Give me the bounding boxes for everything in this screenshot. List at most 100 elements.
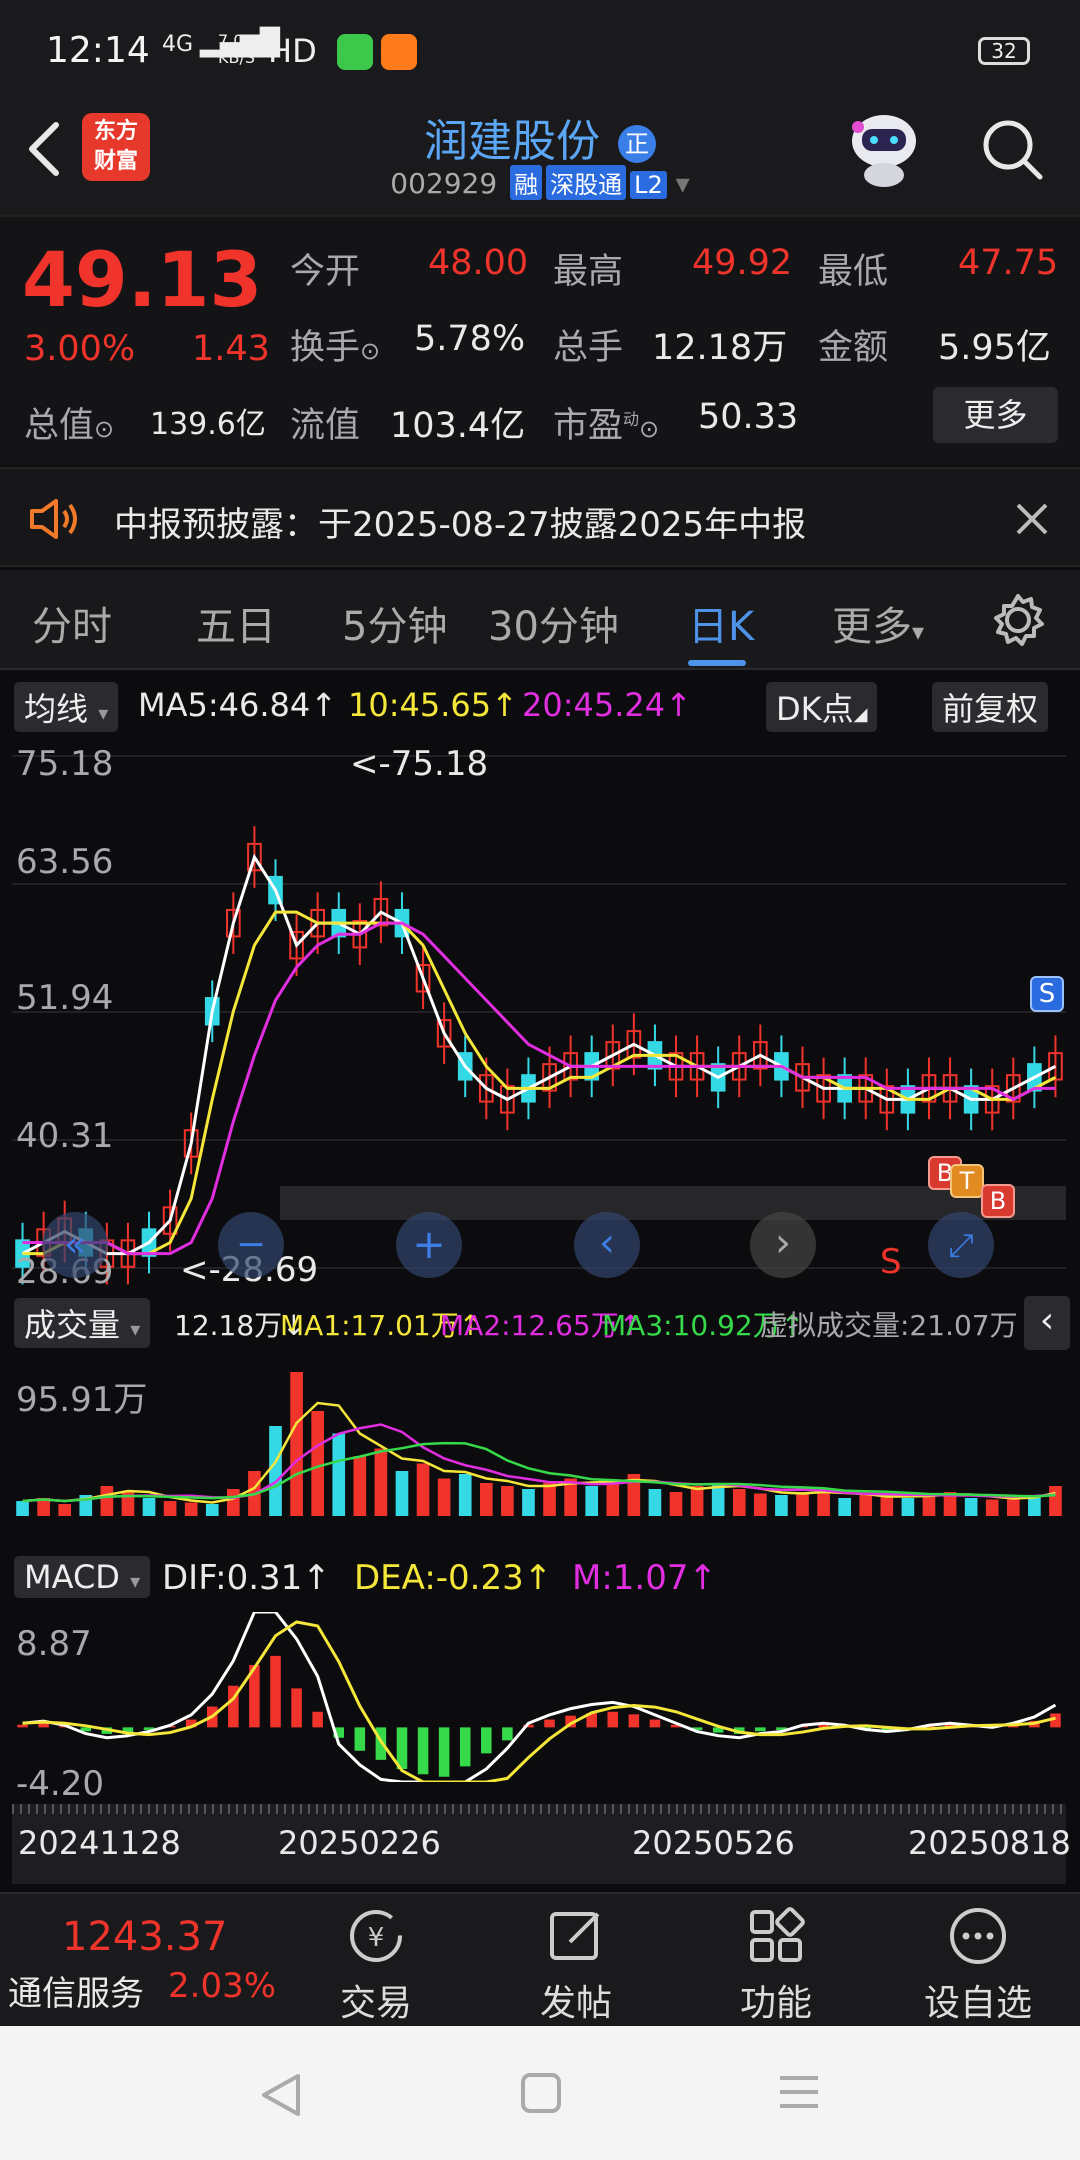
edit-icon <box>550 1912 600 1960</box>
y-tick: 40.31 <box>16 1116 114 1156</box>
ma-select[interactable]: 均线 ▾ <box>14 682 119 732</box>
rewind-fast-button[interactable]: « <box>42 1212 108 1278</box>
grid-icon <box>750 1907 805 1962</box>
sector-index-value: 1243.37 <box>62 1914 228 1960</box>
margin-tag: 融 <box>510 165 543 200</box>
volume-bar <box>859 1495 873 1516</box>
status-bar: 12:14 4G ▂▄▆█ 7.00 KB/S HD 32 <box>0 0 1080 105</box>
nav-back-icon[interactable] <box>256 2070 306 2120</box>
macd-select[interactable]: MACD ▾ <box>14 1556 151 1598</box>
tab-5min[interactable]: 5分钟 <box>342 594 447 652</box>
volume-bar <box>269 1426 282 1516</box>
kline-chart-area: 均线 ▾ MA5:46.84↑ 10:45.65↑ 20:45.24↑ DK点◢… <box>0 672 1080 1892</box>
volume-bar <box>796 1492 809 1516</box>
fullscreen-icon[interactable]: ⤢ <box>928 1212 994 1278</box>
open-label: 今开 <box>290 252 361 292</box>
post-button[interactable]: 发帖 <box>486 1906 666 2026</box>
notification-app-icon <box>381 34 417 70</box>
pe-value: 50.33 <box>698 397 799 437</box>
gear-icon[interactable] <box>990 592 1046 648</box>
nav-home-icon[interactable] <box>518 2070 564 2116</box>
bottom-toolbar: 1243.37 通信服务 2.03% ¥ 交易 发帖 功能 设自选 <box>0 1892 1080 2026</box>
tab-intraday[interactable]: 分时 <box>32 594 112 652</box>
sell-marker[interactable]: S <box>1030 976 1064 1012</box>
volume-bar <box>985 1499 999 1516</box>
chevron-down-icon: ▾ <box>912 618 925 646</box>
macd-y-tick: 8.87 <box>16 1624 92 1664</box>
volume-bar <box>690 1486 704 1516</box>
zoom-in-button[interactable]: + <box>396 1212 462 1278</box>
ma5-label: MA5:46.84↑ <box>138 686 338 724</box>
macd-chart[interactable] <box>12 1612 1066 1782</box>
virtual-volume: 虚拟成交量:21.07万 <box>760 1309 1018 1342</box>
volume-bar <box>775 1495 788 1516</box>
info-icon: ⊙ <box>360 337 381 365</box>
scroll-right-button[interactable]: › <box>750 1212 816 1278</box>
t-marker[interactable]: T <box>950 1164 984 1198</box>
volume-ma-line-2 <box>22 1423 1056 1503</box>
volume-value: 12.18万 <box>652 328 788 368</box>
search-icon[interactable] <box>978 115 1048 185</box>
volume-bar <box>437 1478 451 1516</box>
y-tick: 63.56 <box>16 842 114 882</box>
zoom-out-button[interactable]: − <box>218 1212 284 1278</box>
volume-bar <box>754 1493 767 1516</box>
tab-daily-k[interactable]: 日K <box>688 594 754 652</box>
y-tick: 75.18 <box>16 744 114 784</box>
volume-bar <box>374 1448 388 1516</box>
tab-five-day[interactable]: 五日 <box>196 594 276 652</box>
notice-bar[interactable]: 中报预披露：于2025-08-27披露2025年中报 <box>0 467 1080 567</box>
speed-indicator: 7.00 KB/S <box>218 31 256 67</box>
volume-bar <box>205 1504 219 1516</box>
margin-badge: 正 <box>618 125 656 163</box>
collapse-panel-button[interactable]: ‹ <box>1024 1296 1070 1350</box>
tab-30min[interactable]: 30分钟 <box>488 594 619 652</box>
active-tab-indicator <box>688 660 746 666</box>
add-watchlist-button[interactable]: 设自选 <box>888 1906 1068 2026</box>
x-tick: 20250818 <box>908 1824 1071 1862</box>
trade-button[interactable]: ¥ 交易 <box>286 1906 466 2026</box>
volume-chart[interactable] <box>12 1356 1066 1516</box>
dk-point-select[interactable]: DK点◢ <box>766 682 878 732</box>
buy-marker[interactable]: B <box>981 1184 1015 1218</box>
robot-assistant-icon[interactable] <box>842 109 926 189</box>
message-app-icon <box>337 34 373 70</box>
current-price: 49.13 <box>22 235 263 324</box>
chevron-down-icon: ▾ <box>675 167 690 200</box>
battery-icon: 32 <box>978 37 1030 65</box>
volume-bar <box>142 1498 156 1516</box>
scroll-left-button[interactable]: ‹ <box>574 1212 640 1278</box>
volume-bar <box>395 1471 409 1516</box>
function-button[interactable]: 功能 <box>686 1906 866 2026</box>
low-label: 最低 <box>818 252 889 292</box>
tab-more[interactable]: 更多▾ <box>832 594 924 652</box>
sector-index[interactable]: 1243.37 通信服务 2.03% <box>0 1894 290 2028</box>
info-icon: ⊙ <box>94 415 115 443</box>
volume-bar <box>838 1498 851 1516</box>
volume-label: 总手 <box>553 328 624 368</box>
change-percent: 3.00% <box>24 329 136 369</box>
volume-bar <box>880 1496 894 1516</box>
volume-bar <box>606 1480 620 1516</box>
open-value: 48.00 <box>428 243 529 283</box>
macd-y-tick: -4.20 <box>16 1764 104 1804</box>
stock-app: 12:14 4G ▂▄▆█ 7.00 KB/S HD 32 东方 财富 润建股份 … <box>0 0 1080 2160</box>
volume-bar <box>332 1433 346 1516</box>
nav-menu-icon[interactable] <box>776 2072 822 2112</box>
sector-percent: 2.03% <box>168 1966 277 2006</box>
turnover-label: 换手⊙ <box>290 328 381 368</box>
stock-header: 东方 财富 润建股份 正 002929 融深股通 L2 ▾ <box>0 105 1080 215</box>
max-price-label: <-75.18 <box>350 744 489 784</box>
quote-panel: 49.13 3.00% 1.43 总值⊙ 139.6亿 今开 48.00 最高 … <box>0 215 1080 465</box>
low-value: 47.75 <box>958 243 1059 283</box>
svg-text:¥: ¥ <box>368 1923 385 1953</box>
volume-select[interactable]: 成交量 ▾ <box>14 1298 151 1348</box>
adjust-select[interactable]: 前复权 <box>932 682 1049 732</box>
more-quote-button[interactable]: 更多 <box>933 387 1058 443</box>
volume-bar <box>669 1492 683 1516</box>
kline-chart[interactable] <box>12 736 1066 1288</box>
speaker-icon <box>30 499 77 539</box>
volume-bar <box>901 1498 915 1516</box>
volume-bar <box>522 1489 535 1516</box>
close-icon[interactable] <box>1014 501 1050 537</box>
